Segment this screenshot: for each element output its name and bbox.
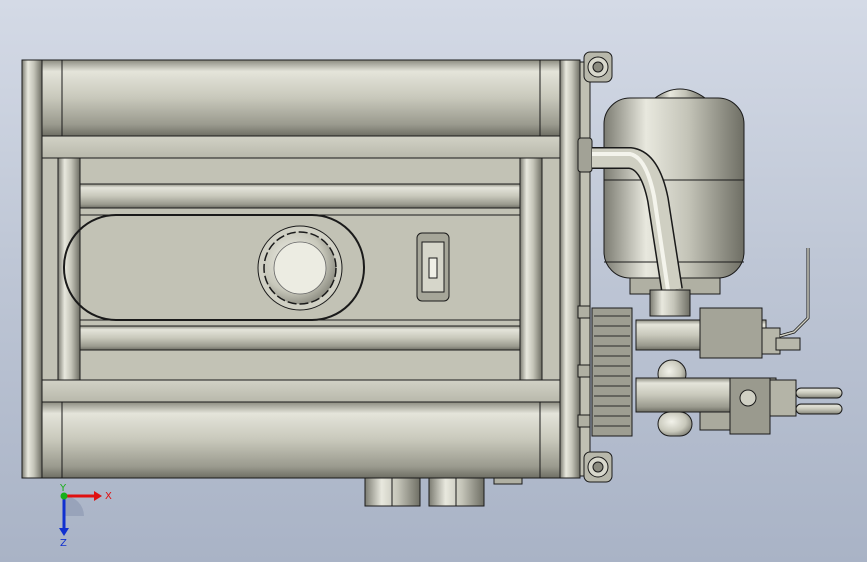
side-bracket [577,61,593,477]
cad-viewport[interactable]: X Y Z [0,0,867,562]
triad-shade [64,496,84,516]
x-axis-head [94,491,102,501]
sight-glass [416,232,450,302]
x-axis-label: X [105,491,112,502]
outlet-pipes [795,387,843,415]
lifting-eye-top [583,51,613,83]
filler-cap[interactable] [257,225,343,311]
cooler-fins [591,307,633,437]
y-axis-label: Y [59,483,67,494]
pump-assembly-model[interactable] [0,0,867,562]
lifting-eye-bottom [583,451,613,483]
valve-manifold [635,289,797,437]
valve-handle[interactable] [775,248,810,351]
z-axis-label: Z [60,538,67,549]
z-axis-head [59,528,69,536]
axis-triad: X Y Z [59,483,112,549]
bottom-outlets [364,477,523,507]
